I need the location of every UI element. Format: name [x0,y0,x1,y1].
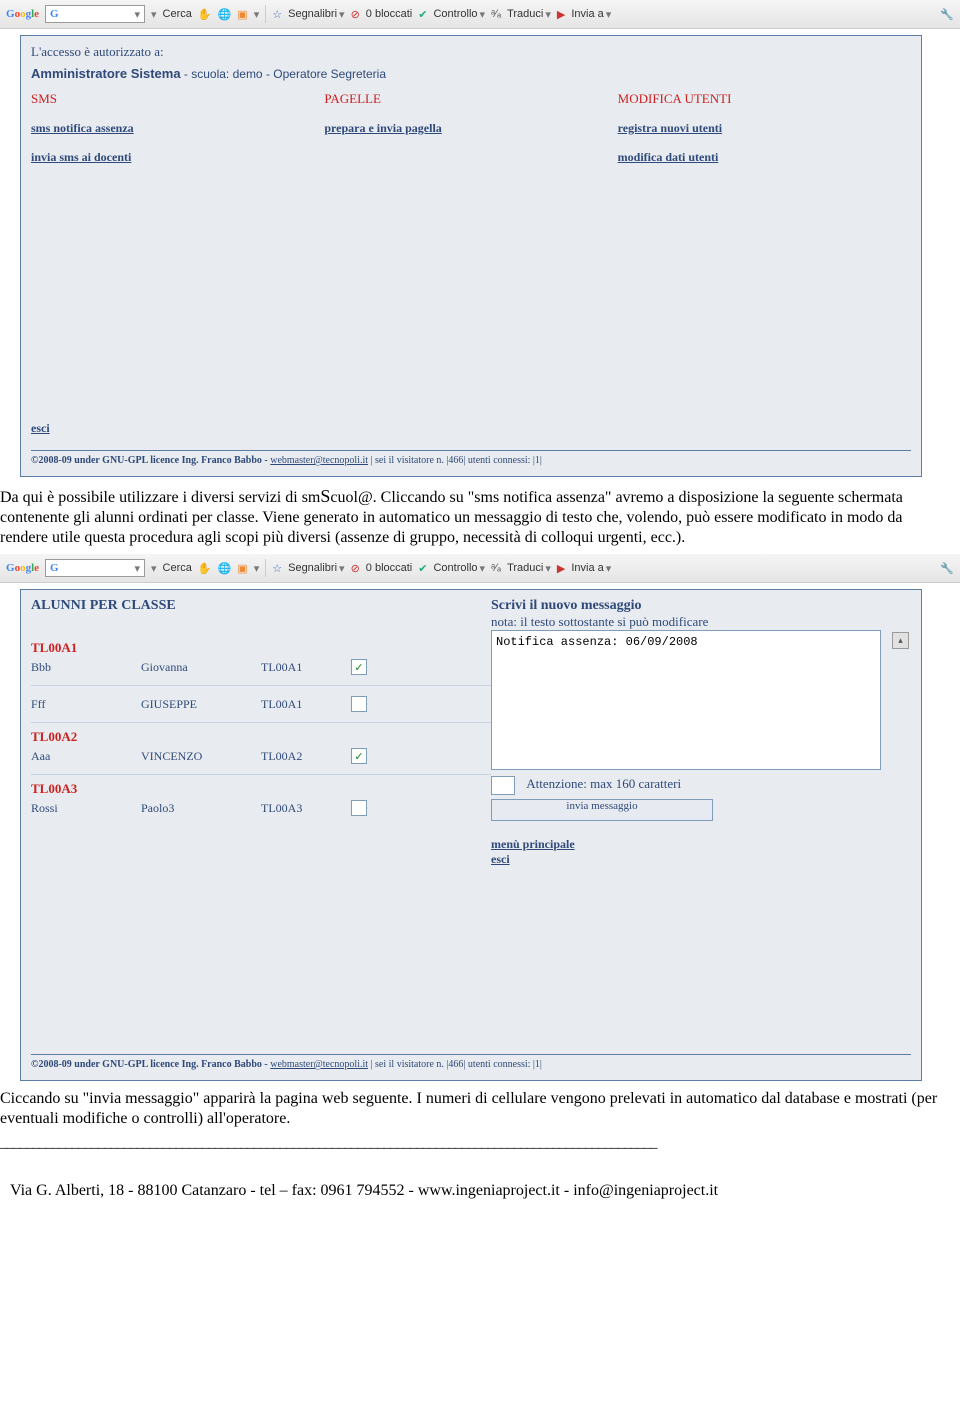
footer-copyright: ©2008-09 under GNU-GPL licence Ing. Fran… [31,455,270,466]
star-icon[interactable]: ☆ [272,8,282,21]
admin-subtitle: - scuola: demo - Operatore Segreteria [184,67,386,81]
webmaster-link[interactable]: webmaster@tecnopoli.it [270,1059,368,1070]
wrench-icon[interactable]: 🔧 [940,8,954,21]
google-toolbar-2: Google G ▾ ▾ Cerca ✋ 🌐 ▣ ▾ ☆ Segnalibri▾… [0,554,960,583]
traduci-icon: ᵃ⁄ₐ [491,562,501,574]
student-name: Giovanna [141,660,261,675]
nota-label: nota: il testo sottostante si può modifi… [491,614,911,630]
traduci-button[interactable]: Traduci▾ [507,562,551,575]
footer-visitor-count: | sei il visitatore n. |466| utenti conn… [371,1059,542,1070]
bloccati-label: 0 bloccati [366,8,412,20]
sms-heading: SMS [31,91,324,107]
scroll-up-icon[interactable]: ▴ [892,632,909,649]
star-icon[interactable]: ☆ [272,562,282,575]
controllo-button[interactable]: Controllo▾ [433,8,485,21]
alunni-per-classe-heading: ALUNNI PER CLASSE [31,598,491,614]
block-icon: ⊘ [351,8,360,21]
attenzione-label: Attenzione: max 160 caratteri [526,776,681,791]
student-surname: Fff [31,697,141,712]
footer-copyright: ©2008-09 under GNU-GPL licence Ing. Fran… [31,1059,270,1070]
invia-sms-docenti-link[interactable]: invia sms ai docenti [31,150,324,165]
student-checkbox[interactable] [351,696,367,712]
invia-button[interactable]: Invia a▾ [571,562,611,575]
blocks-icon: ▣ [237,8,247,21]
wrench-icon[interactable]: 🔧 [940,562,954,575]
separator-line: ________________________________________… [0,1135,960,1152]
student-surname: Rossi [31,801,141,816]
hand-icon: ✋ [198,562,212,575]
student-surname: Bbb [31,660,141,675]
google-logo: Google [6,562,39,574]
check-icon: ✔ [418,8,427,21]
traduci-icon: ᵃ⁄ₐ [491,8,501,20]
alunni-panel-screenshot: ALUNNI PER CLASSE TL00A1 Bbb Giovanna TL… [20,589,922,1081]
sms-notifica-assenza-link[interactable]: sms notifica assenza [31,121,324,136]
student-row: Aaa VINCENZO TL00A2 ✓ [31,748,491,764]
globe-icon: 🌐 [218,562,232,575]
student-name: GIUSEPPE [141,697,261,712]
class-label: TL00A3 [31,774,491,797]
pagelle-heading: PAGELLE [324,91,617,107]
controllo-button[interactable]: Controllo▾ [433,562,485,575]
cerca-button[interactable]: Cerca [163,562,192,574]
bloccati-label: 0 bloccati [366,562,412,574]
page-footer: Via G. Alberti, 18 - 88100 Catanzaro - t… [0,1152,960,1210]
student-checkbox[interactable] [351,800,367,816]
student-class: TL00A1 [261,697,351,712]
cerca-button[interactable]: Cerca [163,8,192,20]
admin-panel-screenshot: L'accesso è autorizzato a: Amministrator… [20,35,922,477]
invia-button[interactable]: Invia a▾ [571,8,611,21]
char-count-box [491,776,515,795]
send-icon: ▶ [557,8,565,21]
prepara-invia-pagella-link[interactable]: prepara e invia pagella [324,121,617,136]
student-row: Bbb Giovanna TL00A1 ✓ [31,659,491,675]
footer-visitor-count: | sei il visitatore n. |466| utenti conn… [371,455,542,466]
student-row: Rossi Paolo3 TL00A3 [31,800,491,816]
footer-contact: Via G. Alberti, 18 - 88100 Catanzaro - t… [10,1182,718,1199]
check-icon: ✔ [418,562,427,575]
esci-link[interactable]: esci [491,852,911,867]
description-paragraph-2: Ciccando su "invia messaggio" apparirà l… [0,1089,950,1129]
traduci-button[interactable]: Traduci▾ [507,8,551,21]
modifica-utenti-heading: MODIFICA UTENTI [618,91,911,107]
segnalibri-button[interactable]: Segnalibri▾ [288,8,344,21]
blocks-icon: ▣ [237,562,247,575]
student-checkbox[interactable]: ✓ [351,659,367,675]
globe-icon: 🌐 [218,8,232,21]
block-icon: ⊘ [351,562,360,575]
search-provider-dropdown[interactable]: G ▾ [45,5,145,23]
student-name: Paolo3 [141,801,261,816]
google-logo: Google [6,8,39,20]
message-textarea[interactable]: Notifica assenza: 06/09/2008 [491,630,881,770]
invia-messaggio-button[interactable]: invia messaggio [491,799,713,821]
class-label: TL00A2 [31,722,491,745]
student-class: TL00A1 [261,660,351,675]
student-class: TL00A2 [261,749,351,764]
access-authorized-label: L'accesso è autorizzato a: [31,44,911,60]
send-icon: ▶ [557,562,565,575]
registra-nuovi-utenti-link[interactable]: registra nuovi utenti [618,121,911,136]
webmaster-link[interactable]: webmaster@tecnopoli.it [270,455,368,466]
esci-link[interactable]: esci [31,421,50,435]
hand-icon: ✋ [198,8,212,21]
admin-title: Amministratore Sistema [31,66,181,81]
menu-principale-link[interactable]: menù principale [491,837,911,852]
student-checkbox[interactable]: ✓ [351,748,367,764]
student-class: TL00A3 [261,801,351,816]
description-paragraph-1: Da qui è possibile utilizzare i diversi … [0,485,950,548]
scrivi-messaggio-heading: Scrivi il nuovo messaggio [491,598,911,614]
modifica-dati-utenti-link[interactable]: modifica dati utenti [618,150,911,165]
class-label: TL00A1 [31,634,491,656]
search-provider-dropdown[interactable]: G ▾ [45,559,145,577]
google-toolbar: Google G ▾ ▾ Cerca ✋ 🌐 ▣ ▾ ☆ Segnalibri▾… [0,0,960,29]
student-row: Fff GIUSEPPE TL00A1 [31,685,491,712]
segnalibri-button[interactable]: Segnalibri▾ [288,562,344,575]
student-surname: Aaa [31,749,141,764]
student-name: VINCENZO [141,749,261,764]
